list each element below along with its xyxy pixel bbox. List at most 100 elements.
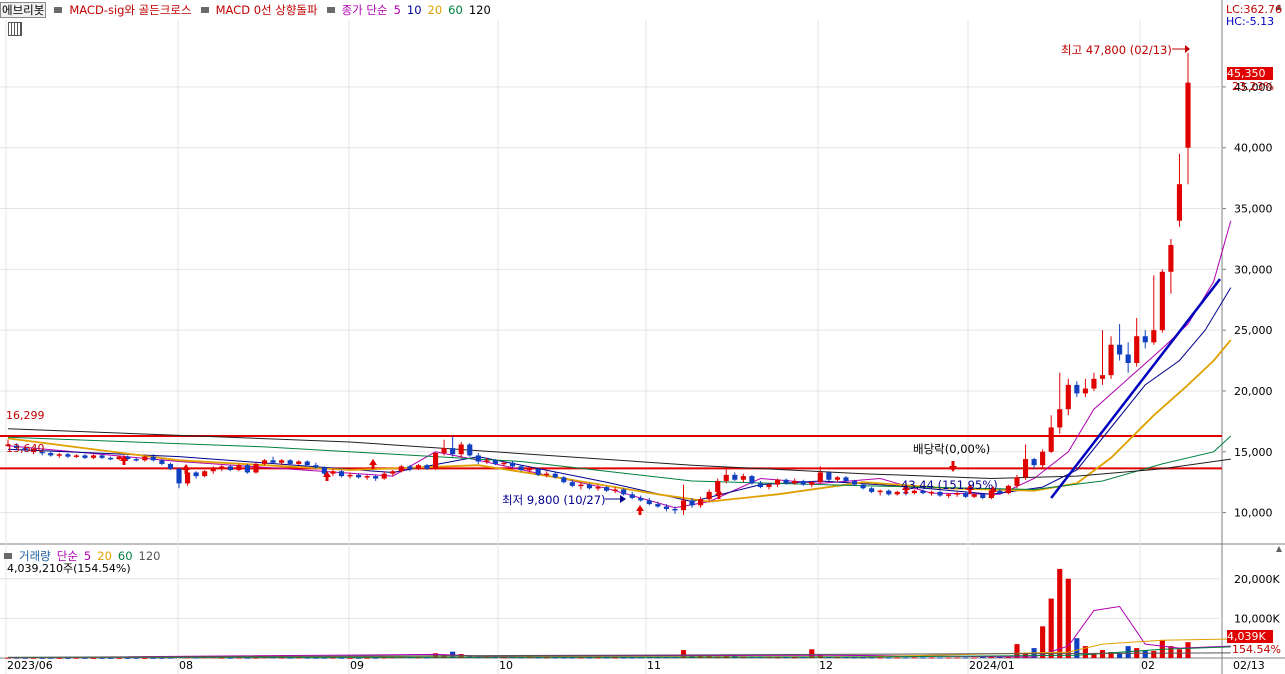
buy-signal-arrow-stem — [717, 495, 721, 499]
candle-body — [740, 476, 746, 480]
legend-macd-sig[interactable]: MACD-sig와 골든크로스 — [68, 2, 192, 18]
candle-body — [108, 457, 114, 460]
candle-body — [869, 488, 875, 492]
candle-body — [219, 466, 225, 469]
candle-body — [603, 487, 610, 491]
calculator-icon[interactable] — [8, 22, 22, 36]
volume-bar — [142, 657, 148, 659]
candle-body — [980, 494, 986, 498]
buy-signal-arrow-stem — [371, 465, 375, 469]
candle-body — [458, 444, 464, 455]
volume-value: 4,039,210주(154.54%) — [7, 562, 131, 575]
candle-body — [364, 476, 370, 478]
chart-legend: 에브리봇 MACD-sig와 골든크로스 MACD 0선 상향돌파 종가 단순 … — [0, 0, 492, 20]
candle-body — [561, 477, 567, 483]
candle-body — [646, 500, 652, 505]
candle-body — [1040, 451, 1046, 466]
candle-body — [390, 471, 396, 474]
candle-body — [415, 465, 421, 469]
candle-body — [159, 460, 165, 464]
candle-body — [1176, 184, 1183, 221]
volume-bar — [971, 657, 977, 659]
candle-body — [227, 466, 233, 471]
candle-body — [373, 476, 379, 479]
price-tick-label: 10,000 — [1234, 507, 1273, 520]
candle-body — [732, 474, 738, 480]
candle-body — [689, 500, 695, 506]
volume-bar — [338, 657, 345, 659]
symbol-button[interactable]: 에브리봇 — [0, 2, 47, 18]
volume-bar — [963, 657, 969, 659]
volume-bar — [108, 657, 114, 659]
candle-body — [185, 472, 191, 484]
volume-bar — [621, 657, 627, 659]
x-tick-label: 02 — [1141, 659, 1155, 672]
candle-body — [569, 482, 575, 486]
volume-bar — [988, 657, 994, 659]
candle-body — [381, 473, 387, 479]
candle-body — [313, 465, 319, 468]
volume-ma-120[interactable]: 120 — [138, 549, 162, 563]
candle-body — [484, 460, 490, 462]
candle-body — [946, 494, 952, 496]
candle-body — [509, 462, 516, 467]
volume-bar — [586, 657, 593, 659]
candle-body — [851, 480, 858, 485]
volume-bar — [330, 657, 336, 659]
legend-macd-zero[interactable]: MACD 0선 상향돌파 — [215, 2, 319, 18]
buy-signal-arrow-stem — [325, 477, 329, 481]
price-tick-label: 40,000 — [1234, 142, 1273, 155]
legend-ma-10[interactable]: 10 — [406, 3, 423, 17]
volume-bar — [1142, 650, 1148, 658]
candle-body — [954, 493, 960, 495]
price-tick-label: 30,000 — [1234, 263, 1273, 276]
candle-body — [997, 490, 1003, 494]
candle-body — [663, 506, 669, 509]
chart-window: 2023/06 08 09 10 11 12 2024/01 02 02/13 10,000 15,… — [0, 0, 1285, 674]
legend-marker-icon — [4, 552, 12, 559]
candle-body — [518, 466, 524, 471]
candle-body — [766, 484, 772, 488]
candle-body — [1099, 375, 1106, 379]
volume-bar — [90, 657, 97, 659]
candle-body — [1082, 388, 1088, 394]
candle-body — [338, 471, 345, 477]
candle-body — [527, 468, 533, 471]
candle-body — [467, 444, 473, 456]
legend-marker-icon — [54, 6, 63, 13]
candle-body — [928, 491, 935, 494]
legend-ma-60[interactable]: 60 — [447, 3, 464, 17]
volume-bar — [920, 657, 926, 659]
volume-bar — [227, 657, 233, 659]
volume-bar — [946, 657, 952, 659]
chart-background — [0, 0, 1285, 674]
volume-bar — [244, 657, 250, 659]
volume-bar — [1057, 568, 1063, 658]
x-tick-label: 2024/01 — [969, 659, 1015, 672]
candle-body — [407, 466, 413, 469]
candle-body — [535, 468, 541, 475]
volume-bar — [1117, 653, 1123, 658]
legend-marker-icon — [326, 6, 335, 13]
current-volume-badge: 4,039K — [1227, 630, 1273, 643]
volume-bar — [903, 657, 909, 659]
candle-body — [800, 480, 806, 485]
volume-bar — [954, 657, 960, 659]
candle-body — [1065, 384, 1071, 410]
volume-bar — [1185, 642, 1191, 658]
candle-body — [886, 490, 892, 495]
volume-bar — [1176, 649, 1183, 658]
candle-body — [73, 455, 79, 457]
low-annotation: 최저 9,800 (10/27) — [502, 493, 606, 507]
candle-body — [1185, 82, 1191, 148]
legend-ma-120[interactable]: 120 — [468, 3, 492, 17]
legend-ma-20[interactable]: 20 — [427, 3, 444, 17]
volume-bar — [894, 657, 900, 659]
candle-body — [1117, 344, 1123, 355]
legend-ma-title[interactable]: 종가 단순 — [341, 2, 389, 18]
legend-ma-5[interactable]: 5 — [393, 3, 402, 17]
buy-signal-arrow-stem — [991, 492, 995, 496]
x-tick-label: 09 — [350, 659, 364, 672]
candle-body — [971, 494, 977, 497]
candle-body — [612, 489, 618, 491]
